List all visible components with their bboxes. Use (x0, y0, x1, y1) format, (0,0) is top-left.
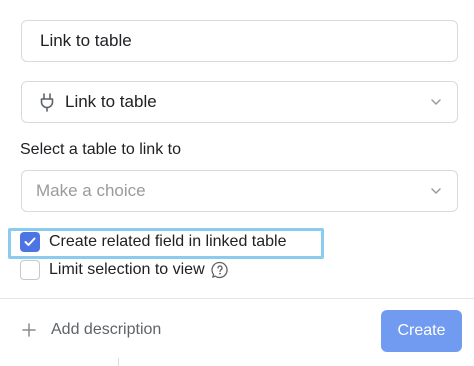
field-name-input[interactable]: Link to table (21, 20, 458, 62)
plus-icon (22, 323, 36, 337)
field-name-value: Link to table (40, 31, 132, 50)
create-related-field-option[interactable]: Create related field in linked table (20, 232, 286, 252)
checkmark-icon (24, 237, 36, 246)
create-related-field-checkbox[interactable] (20, 232, 40, 252)
background-peek (0, 358, 474, 366)
add-description-button[interactable]: Add description (22, 321, 161, 339)
table-select[interactable]: Make a choice (21, 170, 458, 212)
chevron-down-icon (431, 188, 441, 194)
limit-selection-label: Limit selection to view (49, 261, 205, 278)
table-select-placeholder: Make a choice (36, 181, 146, 200)
plug-icon (40, 93, 54, 112)
limit-selection-checkbox[interactable] (20, 260, 40, 280)
help-icon[interactable] (211, 261, 229, 279)
table-section-label: Select a table to link to (20, 141, 181, 158)
add-description-label: Add description (51, 321, 162, 338)
background-divider (118, 358, 119, 366)
create-button[interactable]: Create (381, 310, 462, 352)
footer-divider (0, 298, 474, 299)
field-type-label: Link to table (65, 92, 157, 111)
chevron-down-icon (431, 99, 441, 105)
field-type-select[interactable]: Link to table (21, 81, 458, 123)
create-related-field-label: Create related field in linked table (49, 233, 287, 250)
limit-selection-option[interactable]: Limit selection to view (20, 260, 229, 280)
